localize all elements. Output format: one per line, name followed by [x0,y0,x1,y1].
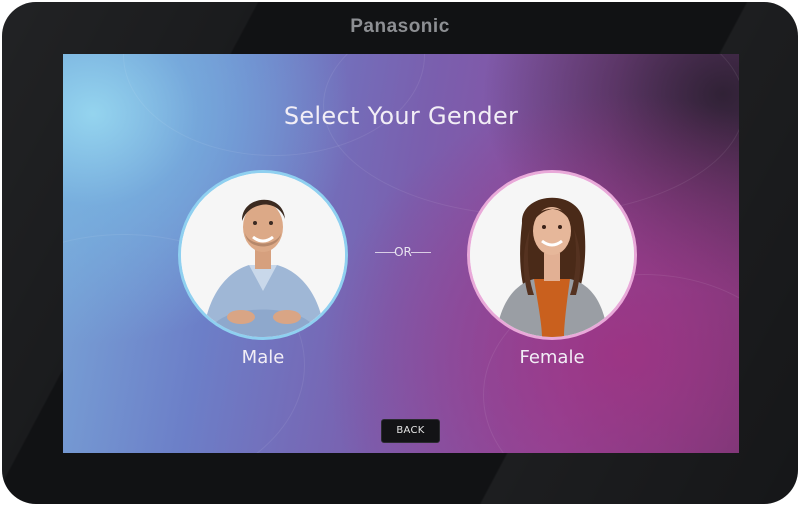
or-separator: OR [373,244,433,260]
page-title: Select Your Gender [283,102,519,130]
male-avatar-button[interactable] [181,173,345,337]
kiosk-screen: Select Your Gender Male OR Female BACK [63,54,739,453]
female-portrait-icon [470,173,634,337]
female-label[interactable]: Female [452,347,652,368]
back-button[interactable]: BACK [381,419,440,443]
or-text: OR [394,245,412,259]
male-label[interactable]: Male [163,347,363,368]
female-avatar-button[interactable] [470,173,634,337]
device-brand-logo: Panasonic [350,16,450,37]
separator-line [375,252,395,253]
male-portrait-icon [181,173,345,337]
separator-line [411,252,431,253]
